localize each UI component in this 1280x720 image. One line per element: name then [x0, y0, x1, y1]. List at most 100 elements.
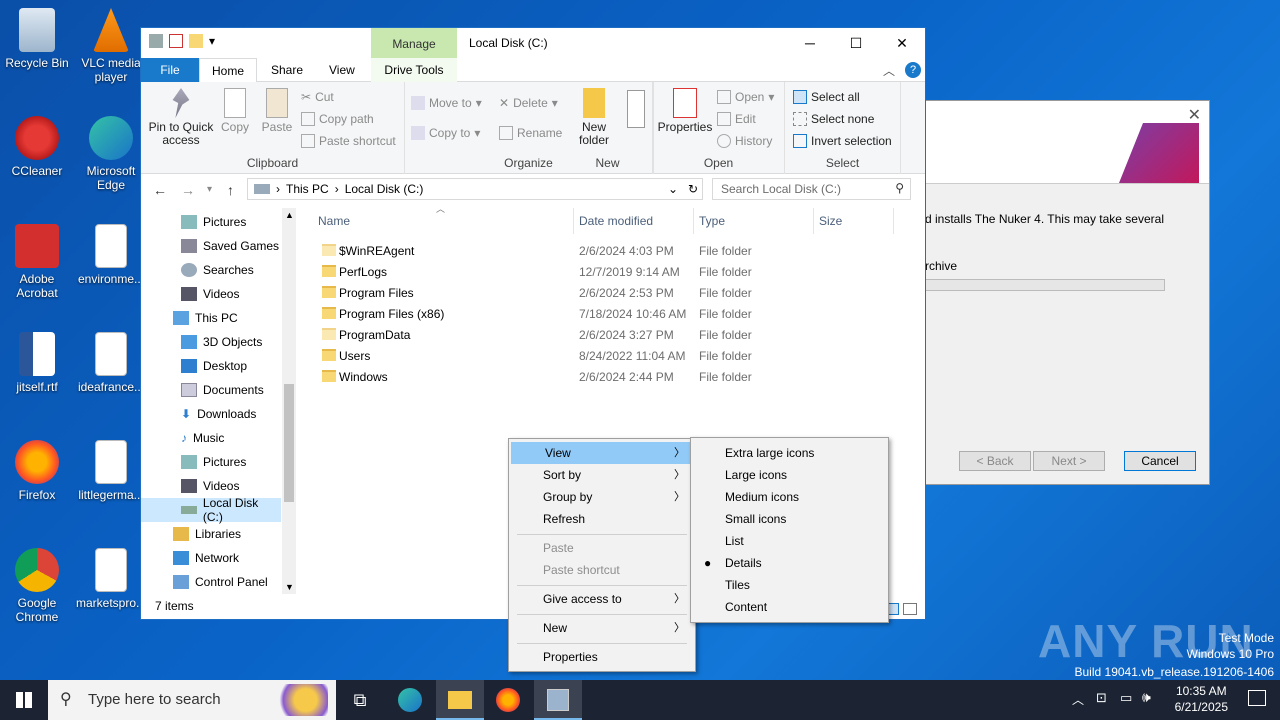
nav-scrollbar[interactable]: ▲ ▼: [282, 208, 296, 594]
menu-item-medium-icons[interactable]: Medium icons: [691, 486, 888, 508]
refresh-icon[interactable]: ↻: [688, 182, 698, 196]
chevron-up-icon[interactable]: ︿: [1072, 691, 1084, 708]
nav-item-videos-2[interactable]: Videos: [141, 474, 281, 498]
nav-item-pictures[interactable]: Pictures: [141, 210, 281, 234]
table-row[interactable]: PerfLogs 12/7/2019 9:14 AM File folder: [306, 262, 906, 283]
menu-item-new[interactable]: New 〉: [509, 617, 695, 639]
nav-item-network[interactable]: Network: [141, 546, 281, 570]
menu-item-large-icons[interactable]: Large icons: [691, 464, 888, 486]
nav-item-searches[interactable]: Searches: [141, 258, 281, 282]
properties-icon[interactable]: [169, 34, 183, 48]
copy-button[interactable]: Copy: [217, 88, 253, 134]
menu-item-small-icons[interactable]: Small icons: [691, 508, 888, 530]
desktop-icon-ideafrance[interactable]: ideafrance...: [74, 332, 148, 394]
tab-share[interactable]: Share: [261, 58, 313, 82]
desktop-icon-ccleaner[interactable]: CCleaner: [0, 116, 74, 178]
nav-item-libraries[interactable]: Libraries: [141, 522, 281, 546]
up-arrow-icon[interactable]: ↑: [227, 182, 234, 198]
nav-item-desktop[interactable]: Desktop: [141, 354, 281, 378]
table-row[interactable]: Users 8/24/2022 11:04 AM File folder: [306, 346, 906, 367]
notifications-icon[interactable]: [1248, 690, 1266, 706]
next-button[interactable]: Next >: [1033, 451, 1105, 471]
menu-item-tiles[interactable]: Tiles: [691, 574, 888, 596]
menu-item-details[interactable]: ● Details: [691, 552, 888, 574]
menu-item-give-access[interactable]: Give access to 〉: [509, 588, 695, 610]
menu-item-extra-large-icons[interactable]: Extra large icons: [691, 442, 888, 464]
delete-button[interactable]: ✕ Delete ▾: [499, 96, 558, 110]
invert-selection-button[interactable]: Invert selection: [793, 134, 892, 148]
volume-icon[interactable]: 🕪: [1142, 689, 1151, 706]
column-size[interactable]: Size: [819, 214, 842, 228]
desktop-icon-recycle-bin[interactable]: Recycle Bin: [0, 8, 74, 70]
desktop-icon-littlegerma[interactable]: littlegerma...: [74, 440, 148, 502]
chevron-up-icon[interactable]: ︿: [883, 62, 895, 79]
recent-chevron-icon[interactable]: ▾: [207, 184, 212, 195]
nav-item-videos[interactable]: Videos: [141, 282, 281, 306]
scrollbar-thumb[interactable]: [284, 384, 294, 502]
start-button[interactable]: [0, 680, 48, 720]
file-explorer-taskbar-icon[interactable]: [436, 680, 484, 720]
nav-item-downloads[interactable]: ⬇ Downloads: [141, 402, 281, 426]
copy-to-button[interactable]: Copy to ▾: [411, 126, 480, 140]
ethernet-tray-icon[interactable]: ▭: [1120, 690, 1132, 706]
menu-item-content[interactable]: Content: [691, 596, 888, 618]
cut-button[interactable]: ✂ Cut: [301, 90, 334, 104]
tab-drive-tools[interactable]: Drive Tools: [371, 58, 457, 82]
column-type[interactable]: Type: [699, 214, 725, 228]
nav-item-pictures-2[interactable]: Pictures: [141, 450, 281, 474]
desktop-icon-firefox[interactable]: Firefox: [0, 440, 74, 502]
back-arrow-icon[interactable]: ←: [153, 182, 167, 198]
table-row[interactable]: Program Files (x86) 7/18/2024 10:46 AM Fil…: [306, 304, 906, 325]
properties-button[interactable]: Properties: [655, 88, 715, 134]
edit-button[interactable]: Edit: [717, 112, 756, 126]
copy-path-button[interactable]: Copy path: [301, 112, 374, 126]
tab-view[interactable]: View: [319, 58, 365, 82]
menu-item-paste-shortcut[interactable]: Paste shortcut: [509, 559, 695, 581]
table-row[interactable]: ProgramData 2/6/2024 3:27 PM File folder: [306, 325, 906, 346]
desktop-icon-marketspro[interactable]: marketspro...: [74, 548, 148, 610]
new-folder-button[interactable]: New folder: [569, 88, 619, 147]
close-icon[interactable]: ✕: [1188, 105, 1201, 125]
address-dropdown-icon[interactable]: ⌄: [668, 182, 678, 196]
new-folder-icon[interactable]: [189, 34, 203, 48]
chevron-down-icon[interactable]: ▾: [209, 34, 215, 48]
paste-shortcut-button[interactable]: Paste shortcut: [301, 134, 396, 148]
scroll-up-icon[interactable]: ▲: [285, 210, 294, 220]
nav-item-local-disk[interactable]: Local Disk (C:): [141, 496, 281, 524]
desktop-icon-jitself[interactable]: jitself.rtf: [0, 332, 74, 394]
open-button[interactable]: Open ▾: [717, 90, 774, 104]
search-input[interactable]: Search Local Disk (C:) ⚲: [712, 178, 911, 200]
move-to-button[interactable]: Move to ▾: [411, 96, 482, 110]
close-button[interactable]: ✕: [879, 28, 925, 58]
menu-item-properties[interactable]: Properties: [509, 646, 695, 668]
desktop-icon-vlc[interactable]: VLC media player: [74, 8, 148, 84]
table-row[interactable]: Windows 2/6/2024 2:44 PM File folder: [306, 367, 906, 388]
rename-button[interactable]: Rename: [499, 126, 562, 140]
tab-home[interactable]: Home: [199, 58, 257, 83]
desktop-icon-chrome[interactable]: Google Chrome: [0, 548, 74, 624]
menu-item-view[interactable]: View 〉: [511, 442, 695, 464]
nav-item-3d-objects[interactable]: 3D Objects: [141, 330, 281, 354]
table-row[interactable]: Program Files 2/6/2024 2:53 PM File folder: [306, 283, 906, 304]
network-tray-icon[interactable]: ⊡: [1096, 690, 1107, 706]
nav-item-music[interactable]: ♪ Music: [141, 426, 281, 450]
help-icon[interactable]: ?: [905, 62, 921, 78]
paste-button[interactable]: Paste: [259, 88, 295, 134]
nav-item-documents[interactable]: Documents: [141, 378, 281, 402]
column-date-modified[interactable]: Date modified: [579, 214, 653, 228]
menu-item-refresh[interactable]: Refresh: [509, 508, 695, 530]
desktop-icon-environme[interactable]: environme...: [74, 224, 148, 286]
select-all-button[interactable]: Select all: [793, 90, 860, 104]
maximize-button[interactable]: ☐: [833, 28, 879, 58]
menu-item-group-by[interactable]: Group by 〉: [509, 486, 695, 508]
nav-item-control-panel[interactable]: Control Panel: [141, 570, 281, 594]
tab-manage[interactable]: Manage: [371, 28, 457, 58]
edge-taskbar-icon[interactable]: [386, 680, 434, 720]
select-none-button[interactable]: Select none: [793, 112, 874, 126]
taskbar-search-input[interactable]: ⚲ Type here to search: [48, 680, 336, 720]
large-icons-view-icon[interactable]: [903, 603, 917, 615]
tab-file[interactable]: File: [141, 58, 199, 82]
table-row[interactable]: $WinREAgent 2/6/2024 4:03 PM File folder: [306, 241, 906, 262]
menu-item-list[interactable]: List: [691, 530, 888, 552]
clock[interactable]: 10:35 AM 6/21/2025: [1175, 683, 1228, 715]
